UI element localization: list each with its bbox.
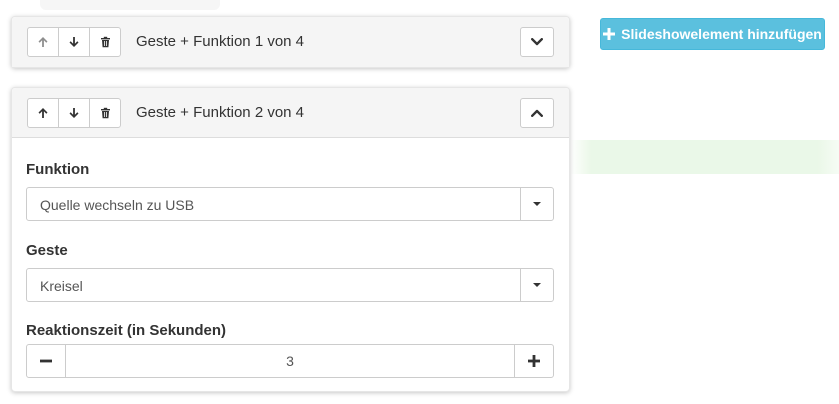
arrow-up-icon	[38, 37, 48, 47]
move-up-button[interactable]	[27, 98, 59, 128]
reaction-time-label: Reaktionszeit (in Sekunden)	[26, 322, 227, 339]
collapse-button[interactable]	[520, 98, 554, 128]
minus-icon	[40, 359, 52, 363]
dropdown-toggle[interactable]	[520, 188, 553, 220]
arrow-down-icon	[69, 108, 79, 118]
arrow-down-icon	[69, 37, 79, 47]
item-controls	[27, 27, 121, 57]
background-shape	[40, 0, 220, 10]
arrow-up-icon	[38, 108, 48, 118]
panel-header: Geste + Funktion 1 von 4	[12, 17, 569, 67]
reaction-time-input[interactable]: 3	[66, 345, 514, 377]
decrement-button[interactable]	[27, 345, 66, 377]
chevron-down-icon	[531, 38, 543, 46]
plus-icon	[528, 355, 540, 367]
caret-down-icon	[533, 202, 541, 206]
move-down-button[interactable]	[58, 27, 90, 57]
gesture-select[interactable]: Kreisel	[26, 268, 554, 302]
panel-title: Geste + Funktion 2 von 4	[136, 104, 305, 121]
reaction-time-stepper: 3	[26, 344, 554, 378]
delete-button[interactable]	[89, 98, 121, 128]
function-label: Funktion	[26, 161, 90, 178]
add-slideshow-element-button[interactable]: Slideshowelement hinzufügen	[600, 18, 825, 50]
panel-title: Geste + Funktion 1 von 4	[136, 33, 305, 50]
gesture-select-value: Kreisel	[40, 278, 83, 294]
function-select-value: Quelle wechseln zu USB	[40, 197, 195, 213]
dropdown-toggle[interactable]	[520, 269, 553, 301]
move-down-button[interactable]	[58, 98, 90, 128]
chevron-up-icon	[531, 109, 543, 117]
trash-icon	[100, 36, 110, 48]
gesture-label: Geste	[26, 242, 68, 259]
increment-button[interactable]	[514, 345, 553, 377]
panel-header: Geste + Funktion 2 von 4	[12, 88, 569, 138]
expand-button[interactable]	[520, 27, 554, 57]
trash-icon	[100, 107, 110, 119]
move-up-button[interactable]	[27, 27, 59, 57]
background-strip	[570, 140, 839, 174]
caret-down-icon	[533, 283, 541, 287]
delete-button[interactable]	[89, 27, 121, 57]
function-select[interactable]: Quelle wechseln zu USB	[26, 187, 554, 221]
item-controls	[27, 98, 121, 128]
plus-icon	[603, 28, 616, 40]
add-button-label: Slideshowelement hinzufügen	[621, 26, 822, 42]
slideshow-item-panel-1: Geste + Funktion 1 von 4	[11, 16, 570, 68]
slideshow-item-panel-2: Geste + Funktion 2 von 4 Funktion Quelle…	[11, 87, 570, 392]
